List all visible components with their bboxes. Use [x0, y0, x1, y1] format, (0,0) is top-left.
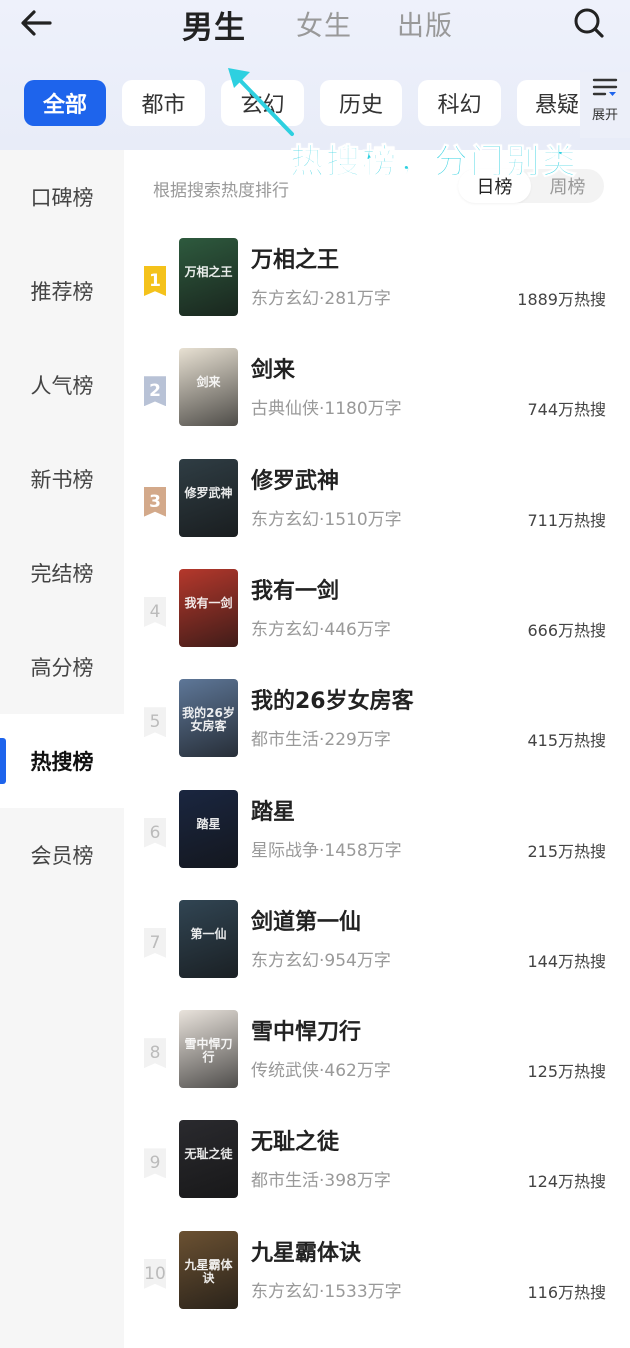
hot-search-count: 124万热搜: [527, 1172, 606, 1192]
book-meta: 东方玄幻·1510万字: [251, 509, 402, 530]
book-meta: 东方玄幻·446万字: [251, 619, 391, 640]
sort-hint: 根据搜索热度排行: [153, 181, 289, 201]
expand-button[interactable]: 展开: [580, 72, 630, 138]
book-row[interactable]: 6 踏星 踏星 星际战争·1458万字 215万热搜: [124, 782, 630, 892]
hot-search-count: 666万热搜: [527, 620, 606, 640]
book-meta: 都市生活·229万字: [251, 730, 391, 751]
book-meta: 东方玄幻·1533万字: [251, 1281, 402, 1302]
annotation-text: 热搜榜，分门别类: [290, 142, 578, 183]
search-icon: [574, 8, 604, 38]
rank-badge: 3: [144, 486, 166, 517]
book-title[interactable]: 无耻之徒: [251, 1124, 339, 1156]
book-title[interactable]: 九星霸体诀: [251, 1235, 361, 1267]
book-cover[interactable]: 第一仙: [179, 899, 238, 978]
chip-all[interactable]: 全部: [24, 80, 106, 126]
book-title[interactable]: 我的26岁女房客: [251, 683, 414, 715]
cover-title: 万相之王: [184, 265, 233, 279]
filter-list-icon: [592, 78, 618, 96]
sidebar-item-recommend[interactable]: 推荐榜: [0, 244, 124, 338]
cover-title: 九星霸体诀: [184, 1257, 233, 1285]
rank-badge: 7: [144, 927, 166, 958]
hot-search-count: 215万热搜: [527, 841, 606, 861]
book-row[interactable]: 9 无耻之徒 无耻之徒 都市生活·398万字 124万热搜: [124, 1112, 630, 1222]
hot-search-count: 1889万热搜: [517, 290, 606, 309]
book-cover[interactable]: 万相之王: [179, 238, 238, 316]
book-row[interactable]: 7 第一仙 剑道第一仙东方玄幻·954万字 144万热搜: [124, 892, 630, 1002]
book-title[interactable]: 剑来: [251, 352, 295, 384]
cover-title: 无耻之徒: [184, 1147, 233, 1162]
book-cover[interactable]: 剑来: [179, 348, 238, 427]
book-title[interactable]: 万相之王: [251, 242, 339, 274]
hot-search-count: 415万热搜: [527, 731, 606, 751]
cover-title: 雪中悍刀行: [184, 1037, 233, 1065]
rank-badge: 2: [144, 376, 166, 407]
cover-title: 我的26岁女房客: [182, 706, 235, 734]
tab-male[interactable]: 男生: [182, 2, 246, 47]
sidebar-item-popular[interactable]: 人气榜: [0, 338, 124, 432]
sidebar-item-hot-search[interactable]: 热搜榜: [0, 714, 124, 808]
book-meta: 古典仙侠·1180万字: [251, 399, 402, 420]
book-cover[interactable]: 雪中悍刀行: [179, 1010, 238, 1089]
book-title[interactable]: 踏星: [251, 794, 295, 826]
cover-title: 第一仙: [190, 926, 227, 941]
book-title[interactable]: 修罗武神: [251, 463, 339, 495]
expand-label: 展开: [591, 108, 618, 123]
sidebar-item-label: 热搜榜: [30, 750, 94, 774]
active-indicator: [0, 738, 6, 784]
book-row[interactable]: 1 万相之王 万相之王 东方玄幻·281万字 1889万热搜: [124, 230, 630, 340]
gender-tabs: 男生 女生 出版: [0, 2, 630, 47]
book-title[interactable]: 我有一剑: [251, 573, 339, 605]
rank-badge: 6: [144, 817, 166, 848]
hot-search-count: 744万热搜: [527, 400, 606, 420]
book-row[interactable]: 10 九星霸体诀 九星霸体诀 东方玄幻·1533万字 116万热搜: [124, 1223, 630, 1333]
book-row[interactable]: 3 修罗武神 修罗武神 东方玄幻·1510万字 711万热搜: [124, 451, 630, 561]
book-cover[interactable]: 修罗武神: [179, 458, 238, 537]
book-row[interactable]: 5 我的26岁女房客 我的26岁女房客 都市生活·229万字 415万热搜: [124, 671, 630, 781]
sidebar-item-reputation[interactable]: 口碑榜: [0, 150, 124, 244]
chip-urban[interactable]: 都市: [122, 80, 205, 126]
tab-female[interactable]: 女生: [296, 4, 352, 43]
book-cover[interactable]: 我的26岁女房客: [179, 679, 238, 758]
cover-title: 踏星: [196, 816, 221, 831]
cover-title: 剑来: [196, 375, 221, 390]
book-cover[interactable]: 我有一剑: [179, 568, 238, 647]
sidebar-item-new[interactable]: 新书榜: [0, 432, 124, 526]
book-meta: 都市生活·398万字: [251, 1171, 391, 1192]
tab-publish[interactable]: 出版: [397, 4, 453, 43]
hot-search-count: 144万热搜: [527, 951, 606, 971]
book-cover[interactable]: 踏星: [179, 789, 238, 868]
book-row[interactable]: 2 剑来 剑来 古典仙侠·1180万字 744万热搜: [124, 340, 630, 450]
hot-search-count: 116万热搜: [527, 1282, 606, 1302]
sidebar-item-finished[interactable]: 完结榜: [0, 526, 124, 620]
book-row[interactable]: 8 雪中悍刀行 雪中悍刀行 传统武侠·462万字 125万热搜: [124, 1002, 630, 1112]
hot-search-count: 711万热搜: [527, 510, 606, 530]
book-cover[interactable]: 九星霸体诀: [179, 1230, 238, 1309]
sidebar-item-member[interactable]: 会员榜: [0, 808, 124, 902]
top-header: 男生 女生 出版 全部 都市 玄幻 历史 科幻 悬疑 展开: [0, 0, 630, 150]
cover-title: 修罗武神: [184, 485, 233, 500]
rank-badge: 5: [144, 707, 166, 738]
rank-badge: 8: [144, 1038, 166, 1069]
book-row[interactable]: 4 我有一剑 我有一剑 东方玄幻·446万字 666万热搜: [124, 561, 630, 671]
book-meta: 东方玄幻·954万字: [251, 950, 391, 971]
book-meta: 东方玄幻·281万字: [251, 289, 391, 309]
chip-history[interactable]: 历史: [320, 80, 402, 126]
book-meta: 星际战争·1458万字: [251, 840, 402, 861]
rank-badge: 1: [144, 266, 166, 296]
book-cover[interactable]: 无耻之徒: [179, 1120, 238, 1199]
ranking-list: 根据搜索热度排行 日榜 周榜 1 万相之王 万相之王 东方玄幻·281万字 1889万热…: [124, 150, 630, 1348]
cover-title: 我有一剑: [184, 595, 233, 610]
search-button[interactable]: [572, 6, 606, 40]
chip-scifi[interactable]: 科幻: [418, 80, 501, 126]
rank-badge: 10: [144, 1258, 166, 1289]
rank-sidebar: 口碑榜 推荐榜 人气榜 新书榜 完结榜 高分榜 热搜榜 会员榜: [0, 150, 124, 1348]
book-meta: 传统武侠·462万字: [251, 1061, 391, 1082]
sidebar-item-high-score[interactable]: 高分榜: [0, 620, 124, 714]
book-title[interactable]: 剑道第一仙: [251, 904, 361, 936]
hot-search-count: 125万热搜: [527, 1062, 606, 1082]
book-title[interactable]: 雪中悍刀行: [251, 1014, 361, 1046]
rank-badge: 4: [144, 596, 166, 627]
rank-badge: 9: [144, 1148, 166, 1179]
